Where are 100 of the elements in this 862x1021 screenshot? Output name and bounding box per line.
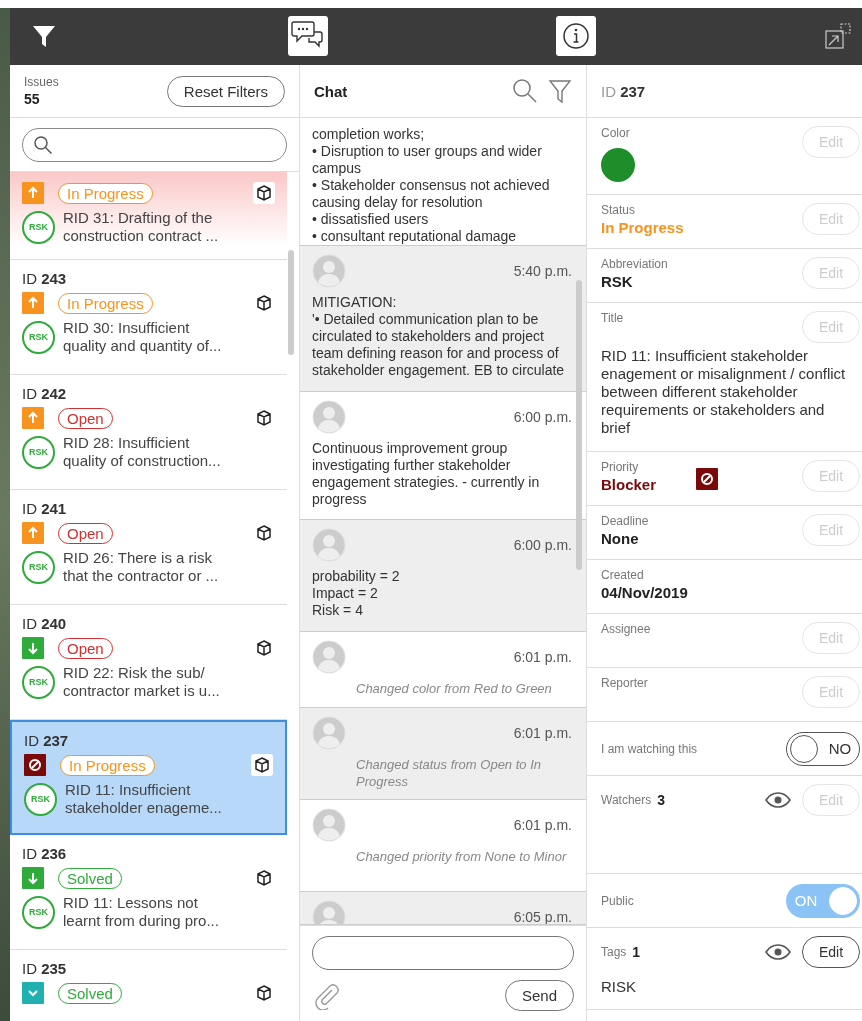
count-value: 1 (632, 944, 641, 960)
avatar-icon (312, 716, 346, 750)
issue-title: quality and quantity of... (63, 337, 222, 355)
field-value: RSK (601, 273, 634, 290)
eye-icon[interactable] (764, 791, 792, 809)
issues-count: 55 (24, 91, 41, 107)
expand-icon (824, 22, 852, 50)
chevron-down-icon (22, 982, 44, 1004)
field-label: Status (601, 203, 637, 217)
status-tag: In Progress (58, 182, 153, 204)
field-label: Color (601, 126, 631, 140)
abbreviation-badge: RSK (22, 550, 55, 584)
issue-id: ID 237 (601, 82, 646, 100)
field-label: Watchers (601, 793, 652, 807)
title-value: RID 11: Insufficient stakeholder enagement or misalignment / conflict between different stakeholder requirements or stakeholders and brief (601, 347, 847, 437)
issue-item[interactable]: In Progress RSK RID 31: Drafting of the construction contract ... (10, 172, 287, 260)
abbreviation-badge: RSK (22, 210, 55, 244)
issue-id: ID 240 (22, 615, 68, 632)
issue-id: ID 243 (22, 270, 68, 287)
message-text: probability = 2 Impact = 2 Risk = 4 (312, 568, 401, 619)
abbreviation-badge: RSK (22, 895, 55, 929)
issue-id: ID 235 (22, 960, 68, 977)
issue-title: RID 11: Insufficient (65, 781, 192, 799)
issue-item[interactable]: ID 235 Solved (10, 950, 287, 1021)
message-time: 6:05 p.m. (513, 909, 572, 924)
arrow-up-icon (22, 522, 44, 544)
message-time: 6:00 p.m. (513, 537, 572, 553)
issue-title: RID 11: Lessons not (63, 894, 199, 912)
abbreviation-badge: RSK (22, 435, 55, 469)
message-time: 6:01 p.m. (513, 649, 572, 665)
event-text: Changed color from Red to Green (355, 680, 553, 697)
message-text: Continuous improvement group investigating further stakeholder engagement strategies. - currently in progress (312, 440, 541, 508)
filter-icon (31, 23, 57, 49)
issue-item[interactable]: ID 242 Open RSK RID 28: Insufficient quality of construction... (10, 375, 287, 490)
issue-id: ID 237 (24, 732, 70, 749)
avatar-icon (312, 528, 346, 562)
avatar-icon (312, 808, 346, 842)
issue-title: RID 22: Risk the sub/ (63, 664, 206, 682)
arrow-up-icon (22, 407, 44, 429)
field-label: Created (601, 568, 645, 582)
reset-filters-button[interactable]: Reset Filters (166, 75, 285, 107)
field-value: In Progress (601, 219, 684, 236)
info-tab[interactable] (556, 16, 596, 56)
avatar-icon (312, 640, 346, 674)
issue-title: RID 26: There is a risk (63, 549, 213, 567)
field-label: Reporter (601, 676, 648, 690)
issue-title: quality of construction... (63, 452, 221, 470)
issue-title: RID 30: Insufficient (63, 319, 191, 337)
field-label: I am watching this (601, 741, 698, 756)
field-label: Public (601, 893, 634, 908)
issue-title: construction contract ... (63, 227, 219, 245)
abbreviation-badge: RSK (24, 782, 57, 816)
issues-label: Issues (24, 75, 59, 89)
message-time: 5:40 p.m. (513, 263, 572, 279)
paperclip-icon[interactable] (312, 981, 340, 1010)
issue-title: that the contractor or ... (63, 567, 219, 585)
issue-item[interactable]: ID 243 In Progress RSK RID 30: Insufficient quality and quantity of... (10, 260, 287, 375)
chat-title: Chat (314, 82, 348, 100)
arrow-up-icon (22, 292, 44, 314)
issue-item[interactable]: ID 241 Open RSK RID 26: There is a risk that the contractor or ... (10, 490, 287, 605)
arrow-down-icon (22, 867, 44, 889)
edit-button[interactable]: Edit (802, 936, 860, 968)
field-label: Abbreviation (601, 257, 668, 271)
info-icon (561, 21, 591, 51)
field-label: Assignee (601, 622, 651, 636)
avatar-icon (312, 400, 346, 434)
field-label: Priority (601, 460, 640, 474)
arrow-down-icon (22, 637, 44, 659)
issue-id: ID 241 (22, 500, 68, 517)
issue-title: contractor market is u... (63, 682, 220, 700)
issue-title: RID 31: Drafting of the (63, 209, 214, 227)
cube-icon[interactable] (251, 754, 273, 776)
field-label: Title (601, 311, 624, 325)
message-field[interactable] (312, 936, 574, 970)
issue-id: ID 236 (22, 845, 68, 862)
chat-tab[interactable] (288, 16, 328, 56)
avatar-icon (312, 254, 346, 288)
send-button[interactable]: Send (504, 980, 574, 1011)
field-value: Blocker (601, 476, 657, 493)
issue-item[interactable]: ID 236 Solved RSK RID 11: Lessons not learnt from during pro... (10, 835, 287, 950)
issue-title: RID 28: Insufficient (63, 434, 191, 452)
toggle-switch[interactable]: NO (786, 731, 860, 766)
status-tag: Open (58, 522, 113, 544)
filter-icon[interactable] (548, 78, 572, 104)
message-time: 6:01 p.m. (513, 725, 572, 741)
field-value: 04/Nov/2019 (601, 584, 688, 601)
tag-value: RISK (601, 978, 637, 996)
status-tag: Open (58, 407, 113, 429)
search-icon (33, 134, 53, 155)
field-value: None (601, 530, 640, 547)
eye-icon[interactable] (764, 943, 792, 961)
field-label: Tags (601, 945, 627, 959)
status-tag: In Progress (60, 754, 155, 776)
cube-icon[interactable] (253, 182, 275, 204)
field-label: Deadline (601, 514, 649, 528)
event-text: Changed status from Open to In Progress (355, 756, 542, 790)
issue-title: learnt from during pro... (63, 912, 219, 930)
search-icon[interactable] (512, 78, 538, 104)
message-time: 6:01 p.m. (513, 817, 572, 833)
message-time: 6:00 p.m. (513, 409, 572, 425)
